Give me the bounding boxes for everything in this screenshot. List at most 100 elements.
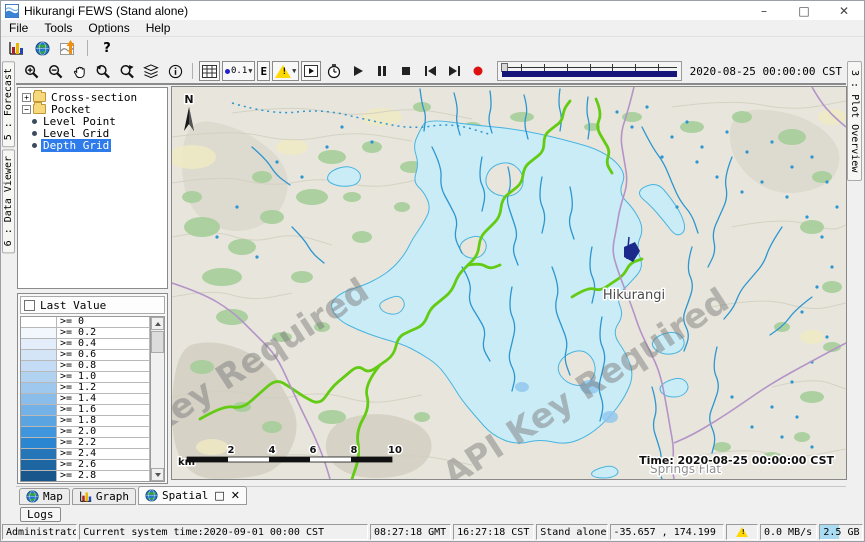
legend-swatch: [21, 350, 57, 360]
status-bar: AdministratorCurrent system time:2020-09…: [1, 523, 864, 541]
menu-bar: FileToolsOptionsHelp: [1, 20, 864, 37]
bottom-tab-bar: MapGraphSpatial□✕: [16, 486, 846, 505]
legend-panel: Last Value >= 0>= 0.2>= 0.4>= 0.6>= 0.8>…: [17, 293, 168, 484]
thresholds-button[interactable]: ! ▼: [272, 61, 299, 81]
menu-item-tools[interactable]: Tools: [36, 20, 80, 36]
logs-row: Logs: [16, 505, 846, 523]
legend-class-label: >= 1.6: [57, 405, 150, 415]
side-tab[interactable]: 3 : Plot Overview: [847, 61, 862, 181]
menu-item-options[interactable]: Options: [80, 20, 137, 36]
zoom-next-button[interactable]: [116, 61, 138, 81]
last-value-label: Last Value: [40, 299, 106, 312]
warning-icon: !: [736, 527, 748, 537]
map-display-button[interactable]: [31, 38, 53, 58]
tab-label: Graph: [96, 490, 129, 503]
expand-icon[interactable]: +: [22, 93, 31, 102]
map-toolbar: 0.1 ▼ E ! ▼: [16, 59, 846, 85]
map-time-label: Time: 2020-08-25 00:00:00 CST: [639, 454, 834, 467]
folder-icon: [33, 92, 46, 102]
window-title: Hikurangi FEWS (Stand alone): [24, 4, 188, 18]
interval-value: 0.1: [231, 66, 247, 76]
tree-leaf-label: Depth Grid: [41, 139, 111, 152]
status-coordinates: -35.657 , 174.199: [610, 524, 725, 540]
last-value-checkbox[interactable]: [24, 300, 35, 311]
class-interval-button[interactable]: 0.1 ▼: [222, 61, 255, 81]
legend-class-label: >= 1.4: [57, 394, 150, 404]
side-tab[interactable]: 5 : Forecast: [2, 61, 15, 147]
side-tab[interactable]: 6 : Data Viewer: [2, 149, 15, 253]
tab-spatial[interactable]: Spatial□✕: [138, 486, 247, 505]
zoom-in-button[interactable]: [20, 61, 42, 81]
chevron-down-icon: ▼: [248, 67, 252, 75]
grid-icon: [202, 65, 217, 78]
scale-tick-label: 4: [269, 445, 276, 456]
legend-swatch: [21, 394, 57, 404]
collapse-icon[interactable]: −: [22, 105, 31, 114]
scale-letter: E: [260, 65, 267, 78]
tree-leaf[interactable]: Level Point: [20, 115, 167, 127]
go-to-start-button[interactable]: [419, 61, 441, 81]
legend-class-label: >= 0.6: [57, 350, 150, 360]
status-rate: 0.0 MB/s: [760, 524, 817, 540]
legend-class-label: >= 2.2: [57, 438, 150, 448]
tab-map[interactable]: Map: [19, 488, 70, 505]
tab-label: Map: [43, 490, 63, 503]
globe-icon: [26, 490, 39, 503]
app-icon: [5, 4, 19, 18]
left-tab-strip: 5 : Forecast 6 : Data Viewer: [1, 59, 16, 486]
minimize-icon[interactable]: –: [744, 1, 784, 20]
tab-graph[interactable]: Graph: [72, 488, 136, 505]
legend-row[interactable]: >= 2.8: [21, 471, 150, 481]
legend-swatch: [21, 449, 57, 459]
tab-maximize-icon[interactable]: □: [214, 489, 224, 502]
map-canvas[interactable]: API Key RequiredAPI Key RequiredHikurang…: [172, 87, 846, 479]
tree-node[interactable]: −Pocket: [20, 103, 167, 115]
left-panel: +Cross-section−PocketLevel PointLevel Gr…: [16, 85, 170, 486]
animation-button[interactable]: [301, 61, 321, 81]
info-button[interactable]: [164, 61, 186, 81]
legend-swatch: [21, 328, 57, 338]
maximize-icon[interactable]: □: [784, 1, 824, 20]
grid-toggle-button[interactable]: [199, 61, 220, 81]
pan-button[interactable]: [68, 61, 90, 81]
status-user: Administrator: [2, 524, 77, 540]
help-button[interactable]: ?: [96, 38, 118, 58]
legend-class-label: >= 2.6: [57, 460, 150, 470]
tree-leaf[interactable]: Depth Grid: [20, 139, 167, 151]
map-frame: API Key RequiredAPI Key RequiredHikurang…: [171, 86, 847, 480]
current-time-label: 2020-08-25 00:00:00 CST: [690, 65, 842, 78]
graph-display-button[interactable]: [5, 38, 27, 58]
layers-button[interactable]: [140, 61, 162, 81]
status-mode: Stand alone: [536, 524, 607, 540]
title-bar: Hikurangi FEWS (Stand alone) – □ ✕: [1, 1, 864, 20]
time-slider[interactable]: [497, 61, 681, 81]
tree-node[interactable]: +Cross-section: [20, 91, 167, 103]
menu-item-file[interactable]: File: [1, 20, 36, 36]
play-button[interactable]: [347, 61, 369, 81]
scrollbar-thumb[interactable]: [151, 331, 164, 353]
legend-scrollbar[interactable]: [150, 317, 164, 481]
scroll-down-icon[interactable]: [151, 468, 164, 481]
go-to-end-button[interactable]: [443, 61, 465, 81]
logs-button[interactable]: Logs: [20, 507, 61, 522]
timer-button[interactable]: [323, 61, 345, 81]
profile-display-button[interactable]: [57, 38, 79, 58]
scale-bar-button[interactable]: E: [257, 61, 270, 81]
pause-button[interactable]: [371, 61, 393, 81]
bullet-icon: [32, 119, 37, 124]
zoom-out-button[interactable]: [44, 61, 66, 81]
scale-tick-label: 10: [388, 445, 402, 456]
town-label: Hikurangi: [603, 288, 665, 303]
legend-class-label: >= 0: [57, 317, 150, 327]
zoom-previous-button[interactable]: [92, 61, 114, 81]
close-icon[interactable]: ✕: [824, 1, 864, 20]
menu-item-help[interactable]: Help: [138, 20, 179, 36]
scroll-up-icon[interactable]: [151, 317, 164, 330]
stop-button[interactable]: [395, 61, 417, 81]
tab-close-icon[interactable]: ✕: [231, 489, 240, 502]
tree-leaf[interactable]: Level Grid: [20, 127, 167, 139]
record-button[interactable]: [467, 61, 489, 81]
scale-tick-label: 2: [228, 445, 235, 456]
scale-tick-label: 8: [351, 445, 358, 456]
legend-swatch: [21, 427, 57, 437]
